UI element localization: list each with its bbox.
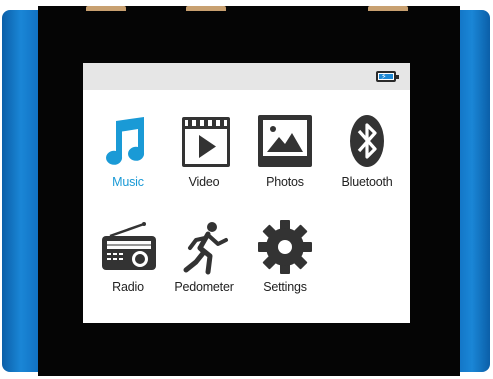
radio-icon [102, 222, 156, 270]
running-person-icon [183, 222, 228, 275]
menu-item-label: Video [188, 175, 220, 189]
top-button[interactable] [368, 6, 408, 11]
menu-item-label: Radio [112, 280, 144, 294]
gear-icon [258, 220, 312, 274]
music-note-icon [106, 117, 145, 165]
media-player-device: ⚡ Music Video Photos Bluetooth Radio Ped… [0, 0, 493, 379]
battery-charging-icon: ⚡ [376, 71, 399, 82]
menu-item-label: Photos [266, 175, 304, 189]
top-button[interactable] [86, 6, 126, 11]
menu-item-bluetooth[interactable]: Bluetooth [327, 113, 407, 189]
menu-item-photos[interactable]: Photos [245, 113, 325, 189]
menu-item-label: Music [112, 175, 144, 189]
video-clapper-icon [182, 117, 230, 167]
menu-item-radio[interactable]: Radio [88, 218, 168, 294]
bluetooth-icon [350, 115, 384, 167]
menu-item-pedometer[interactable]: Pedometer [164, 218, 244, 294]
menu-item-label: Bluetooth [341, 175, 393, 189]
photo-landscape-icon [258, 115, 312, 167]
menu-item-video[interactable]: Video [164, 113, 244, 189]
main-menu-screen: ⚡ Music Video Photos Bluetooth Radio Ped… [83, 63, 410, 323]
menu-item-settings[interactable]: Settings [245, 218, 325, 294]
status-bar: ⚡ [83, 63, 410, 90]
top-button[interactable] [186, 6, 226, 11]
menu-item-label: Settings [263, 280, 307, 294]
menu-item-music[interactable]: Music [88, 113, 168, 189]
menu-item-label: Pedometer [174, 280, 234, 294]
